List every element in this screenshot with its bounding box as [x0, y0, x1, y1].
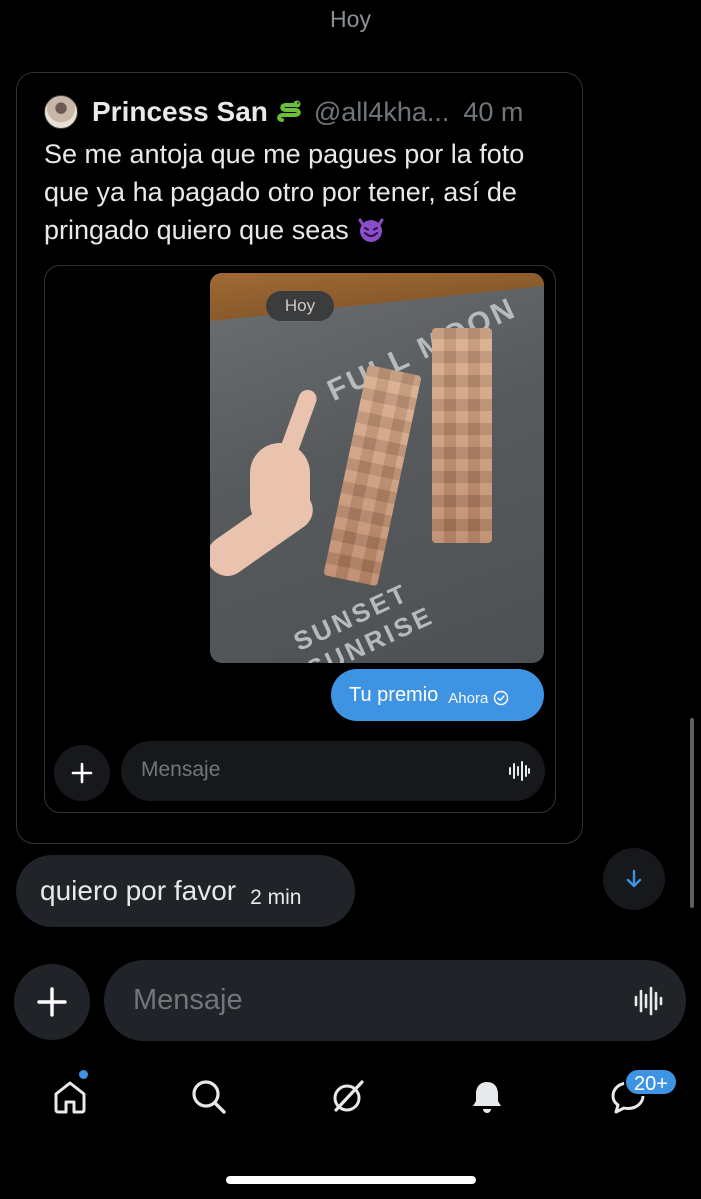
- received-message-time: 2 min: [250, 886, 302, 909]
- snake-emoji-icon: [277, 100, 301, 122]
- day-separator: Hoy: [330, 6, 371, 32]
- embedded-sent-message-text: Tu premio: [349, 683, 439, 706]
- received-message-text: quiero por favor: [40, 875, 237, 906]
- message-input-placeholder: Mensaje: [133, 984, 243, 1016]
- pixelated-area-right: [432, 328, 492, 543]
- embedded-sent-message-time: Ahora: [448, 689, 489, 707]
- author-handle: @all4kha...: [313, 96, 450, 127]
- message-input[interactable]: Mensaje: [104, 960, 686, 1041]
- quoted-post-text-content: Se me antoja que me pagues por la foto q…: [44, 139, 525, 245]
- author-display-name: Princess San: [92, 96, 268, 127]
- home-indicator[interactable]: [226, 1176, 476, 1184]
- bell-icon: [473, 1082, 501, 1113]
- plus-icon: [71, 762, 93, 784]
- messages-count-badge: 20+: [624, 1068, 678, 1096]
- post-time: 40 m: [463, 96, 524, 127]
- embedded-screenshot[interactable]: FULL MOON SUNSET SUNRISE Hoy Tu premio A…: [44, 265, 556, 813]
- received-message-bubble[interactable]: quiero por favor 2 min: [16, 855, 355, 927]
- embedded-message-input: Mensaje: [121, 741, 545, 801]
- arrow-down-icon: [626, 869, 642, 888]
- voice-message-button[interactable]: [632, 984, 666, 1018]
- scrollbar[interactable]: [690, 718, 694, 908]
- blanket-print-sunset-sunrise: SUNSET SUNRISE: [288, 577, 439, 663]
- censored-photo[interactable]: FULL MOON SUNSET SUNRISE Hoy: [210, 273, 544, 663]
- search-icon: [192, 1080, 226, 1114]
- tab-search[interactable]: [186, 1074, 232, 1120]
- quoted-post-card[interactable]: Princess San @all4kha... 40 m Se me anto…: [16, 72, 583, 844]
- tab-home[interactable]: [47, 1074, 93, 1120]
- add-attachment-button[interactable]: [14, 964, 90, 1040]
- bottom-tab-bar: 20+: [0, 1060, 701, 1140]
- smiling-devil-emoji-icon: [358, 218, 384, 242]
- embedded-day-chip: Hoy: [266, 291, 334, 321]
- blanket-print-full-moon: FULL MOON: [322, 291, 522, 408]
- home-notification-dot: [79, 1070, 88, 1079]
- quoted-post-header: Princess San @all4kha... 40 m: [44, 95, 523, 129]
- voice-waveform-icon: [509, 761, 530, 781]
- tab-notifications[interactable]: [464, 1074, 510, 1120]
- avatar[interactable]: [44, 95, 78, 129]
- embedded-sent-message: Tu premio Ahora: [331, 669, 544, 721]
- quoted-post-text: Se me antoja que me pagues por la foto q…: [44, 135, 554, 249]
- embedded-plus-icon: [54, 745, 110, 801]
- grok-icon: [333, 1080, 364, 1112]
- home-icon: [54, 1081, 86, 1114]
- plus-icon: [37, 987, 67, 1017]
- read-check-icon: [494, 690, 509, 706]
- tab-grok[interactable]: [325, 1074, 371, 1120]
- dm-conversation-screen: Hoy Princess San @all4kha... 40 m Se me …: [0, 0, 701, 1199]
- scroll-to-bottom-button[interactable]: [603, 848, 665, 910]
- embedded-input-placeholder: Mensaje: [141, 758, 221, 781]
